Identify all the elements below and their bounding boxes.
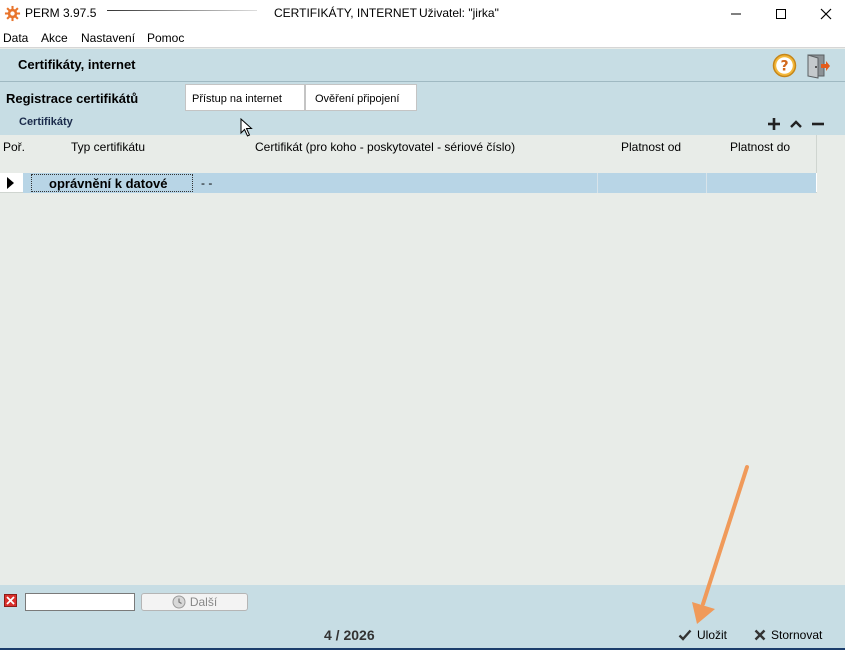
save-button[interactable]: Uložit xyxy=(678,628,727,642)
checkmark-icon xyxy=(678,629,692,641)
title-bar: PERM 3.97.5 CERTIFIKÁTY, INTERNET Uživat… xyxy=(0,0,845,28)
menu-data[interactable]: Data xyxy=(3,31,28,45)
cross-icon xyxy=(754,629,766,641)
tab-overeni-pripojeni[interactable]: Ověření připojení xyxy=(305,84,417,111)
search-input[interactable] xyxy=(25,593,135,611)
form-header: Certifikáty, internet ? xyxy=(0,49,845,82)
menu-pomoc[interactable]: Pomoc xyxy=(147,31,184,45)
add-icon[interactable] xyxy=(766,116,782,132)
cancel-label: Stornovat xyxy=(771,628,823,642)
table-row[interactable]: oprávnění k datové - - xyxy=(0,173,817,193)
accounting-period: 4 / 2026 xyxy=(324,627,375,643)
column-header[interactable]: Platnost do xyxy=(730,140,790,154)
column-header[interactable]: Certifikát (pro koho - poskytovatel - sé… xyxy=(255,140,515,154)
menu-bar: Data Akce Nastavení Pomoc xyxy=(0,28,845,48)
help-icon[interactable]: ? xyxy=(772,53,797,78)
clear-search-icon[interactable] xyxy=(4,594,17,607)
maximize-icon xyxy=(776,9,786,19)
window-title: CERTIFIKÁTY, INTERNET xyxy=(274,6,417,20)
column-header[interactable]: Typ certifikátu xyxy=(71,140,145,154)
minimize-icon xyxy=(731,13,741,15)
exit-door-icon[interactable] xyxy=(804,52,831,79)
certificates-table: Poř. Typ certifikátu Certifikát (pro koh… xyxy=(0,135,817,193)
page-title: Certifikáty, internet xyxy=(18,57,136,72)
menu-akce[interactable]: Akce xyxy=(41,31,68,45)
section-label: Registrace certifikátů xyxy=(6,91,139,106)
cell-divider xyxy=(597,173,598,193)
cancel-button[interactable]: Stornovat xyxy=(754,628,822,642)
column-header[interactable]: Poř. xyxy=(3,140,25,154)
column-header[interactable]: Platnost od xyxy=(621,140,681,154)
app-logo-icon xyxy=(4,5,21,22)
clock-icon xyxy=(172,595,186,609)
tab-pristup-na-internet[interactable]: Přístup na internet xyxy=(185,84,305,111)
next-label: Další xyxy=(189,595,218,609)
close-icon xyxy=(820,8,832,20)
certificates-toolbar: Certifikáty xyxy=(0,113,845,135)
cell-divider xyxy=(706,173,707,193)
app-name: PERM 3.97.5 xyxy=(25,6,97,20)
title-divider xyxy=(107,10,257,11)
cell-certificate-type[interactable]: oprávnění k datové xyxy=(31,174,193,192)
minimize-button[interactable] xyxy=(713,0,759,28)
move-up-icon[interactable] xyxy=(788,116,804,132)
row-indicator-icon xyxy=(7,177,14,189)
footer-bar: Další 4 / 2026 Uložit Stornovat xyxy=(0,585,845,650)
next-button[interactable]: Další xyxy=(141,593,248,611)
save-label: Uložit xyxy=(697,628,728,642)
current-user: Uživatel: "jirka" xyxy=(419,6,499,20)
maximize-button[interactable] xyxy=(758,0,804,28)
remove-icon[interactable] xyxy=(810,116,826,132)
section-bar: Registrace certifikátů Přístup na intern… xyxy=(0,82,845,113)
menu-nastaveni[interactable]: Nastavení xyxy=(81,31,135,45)
cell-certificate[interactable]: - - xyxy=(201,176,212,190)
certificates-label: Certifikáty xyxy=(19,116,73,128)
mouse-cursor-icon xyxy=(240,118,253,137)
close-button[interactable] xyxy=(803,0,845,28)
svg-text:?: ? xyxy=(780,59,788,75)
